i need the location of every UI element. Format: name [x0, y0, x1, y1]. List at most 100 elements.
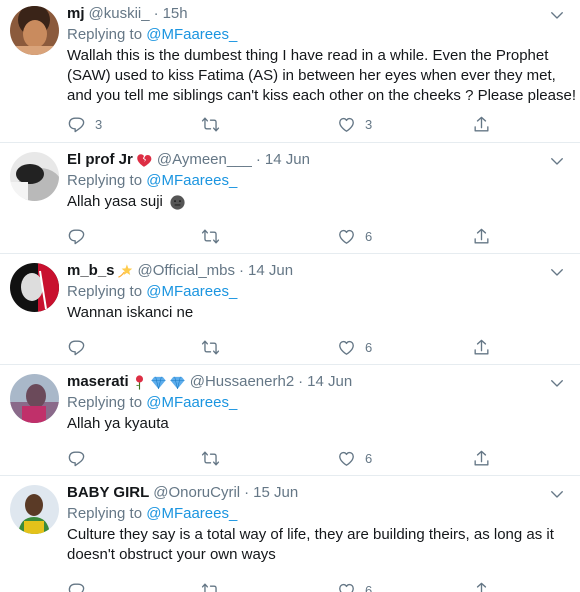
retweet-button[interactable] [201, 114, 229, 134]
reply-feed: mj @kuskii_ · 15h Replying to @MFaarees_… [0, 0, 580, 592]
reply-button[interactable] [67, 226, 95, 246]
like-button[interactable]: 6 [337, 448, 372, 468]
user-handle[interactable]: @Hussaenerh2 [190, 372, 294, 392]
retweet-icon [201, 116, 220, 132]
display-name[interactable]: El prof Jr [67, 150, 133, 170]
tweet-item[interactable]: maserati @Hussaenerh2 · 14 Jun Replying … [0, 365, 580, 476]
retweet-button[interactable] [201, 226, 229, 246]
chevron-down-icon[interactable] [548, 374, 566, 392]
display-name[interactable]: m_b_s [67, 261, 115, 281]
mention-link[interactable]: @MFaarees_ [146, 394, 237, 411]
timestamp[interactable]: 14 Jun [265, 150, 310, 170]
retweet-button[interactable] [201, 448, 229, 468]
like-count: 6 [365, 339, 373, 355]
like-count: 6 [365, 582, 373, 592]
tweet-text: Allah yasa suji [67, 193, 163, 210]
like-count: 3 [365, 116, 373, 132]
chevron-down-icon[interactable] [548, 6, 566, 24]
tweet-text: Wannan iskanci ne [67, 304, 194, 321]
action-bar: 6 [67, 337, 497, 357]
mention-link[interactable]: @MFaarees_ [146, 283, 237, 300]
like-button[interactable]: 6 [337, 226, 372, 246]
share-button[interactable] [472, 337, 491, 357]
separator-dot: · [298, 373, 304, 390]
heart-icon [339, 451, 354, 466]
share-button[interactable] [472, 114, 491, 134]
avatar[interactable] [10, 152, 59, 201]
mention-link[interactable]: @MFaarees_ [146, 26, 237, 43]
user-handle[interactable]: @kuskii_ [89, 4, 150, 24]
separator-dot: · [239, 262, 245, 279]
share-button[interactable] [472, 226, 491, 246]
share-icon [474, 116, 489, 132]
replying-to-label: Replying to [67, 26, 143, 43]
reply-count: 3 [95, 116, 103, 132]
replying-to-line: Replying to @MFaarees_ [67, 25, 566, 45]
tweet-text-line: Allah yasa suji [67, 192, 566, 212]
broken-heart-icon [137, 154, 152, 167]
action-bar: 6 [67, 226, 497, 246]
mention-link[interactable]: @MFaarees_ [146, 505, 237, 522]
share-icon [474, 339, 489, 355]
like-button[interactable]: 6 [337, 580, 372, 592]
reply-button[interactable] [67, 580, 95, 592]
heart-icon [339, 117, 354, 132]
reply-button[interactable]: 3 [67, 114, 102, 134]
replying-to-line: Replying to @MFaarees_ [67, 171, 566, 191]
heart-icon [339, 583, 354, 592]
replying-to-label: Replying to [67, 505, 143, 522]
display-name[interactable]: maserati [67, 372, 129, 392]
replying-to-label: Replying to [67, 283, 143, 300]
replying-to-line: Replying to @MFaarees_ [67, 282, 566, 302]
user-handle[interactable]: @Aymeen___ [157, 150, 252, 170]
dizzy-star-icon [117, 263, 132, 278]
like-button[interactable]: 6 [337, 337, 372, 357]
user-handle[interactable]: @OnoruCyril [153, 483, 240, 503]
timestamp[interactable]: 15 Jun [253, 483, 298, 503]
like-count: 6 [365, 450, 373, 466]
replying-to-line: Replying to @MFaarees_ [67, 504, 566, 524]
avatar[interactable] [10, 485, 59, 534]
chevron-down-icon[interactable] [548, 485, 566, 503]
mention-link[interactable]: @MFaarees_ [146, 172, 237, 189]
action-bar: 6 [67, 448, 497, 468]
tweet-item[interactable]: El prof Jr @Aymeen___ · 14 Jun Replying … [0, 143, 580, 254]
tweet-item[interactable]: m_b_s @Official_mbs · 14 Jun Replying to… [0, 254, 580, 365]
avatar[interactable] [10, 374, 59, 423]
heart-icon [339, 340, 354, 355]
chevron-down-icon[interactable] [548, 152, 566, 170]
reply-icon [68, 116, 85, 132]
reply-icon [68, 450, 85, 466]
reply-button[interactable] [67, 448, 95, 468]
timestamp[interactable]: 15h [163, 4, 188, 24]
neutral-face-icon [170, 194, 185, 210]
display-name[interactable]: mj [67, 4, 85, 24]
action-bar: 3 3 [67, 114, 497, 134]
avatar[interactable] [10, 6, 59, 55]
tweet-text: Culture they say is a total way of life,… [67, 526, 554, 563]
like-button[interactable]: 3 [337, 114, 372, 134]
gem-icon [151, 376, 166, 389]
reply-button[interactable] [67, 337, 95, 357]
share-icon [474, 450, 489, 466]
tweet-item[interactable]: BABY GIRL @OnoruCyril · 15 Jun Replying … [0, 476, 580, 592]
separator-dot: · [244, 484, 250, 501]
retweet-icon [201, 339, 220, 355]
chevron-down-icon[interactable] [548, 263, 566, 281]
timestamp[interactable]: 14 Jun [307, 372, 352, 392]
avatar[interactable] [10, 263, 59, 312]
separator-dot: · [153, 5, 159, 22]
display-name[interactable]: BABY GIRL [67, 483, 149, 503]
share-button[interactable] [472, 580, 491, 592]
retweet-icon [201, 450, 220, 466]
timestamp[interactable]: 14 Jun [248, 261, 293, 281]
user-handle[interactable]: @Official_mbs [138, 261, 235, 281]
replying-to-line: Replying to @MFaarees_ [67, 393, 566, 413]
reply-icon [68, 339, 85, 355]
retweet-button[interactable] [201, 580, 229, 592]
tweet-text: Wallah this is the dumbest thing I have … [67, 47, 576, 104]
retweet-button[interactable] [201, 337, 229, 357]
share-icon [474, 582, 489, 592]
share-button[interactable] [472, 448, 491, 468]
tweet-item[interactable]: mj @kuskii_ · 15h Replying to @MFaarees_… [0, 0, 580, 143]
